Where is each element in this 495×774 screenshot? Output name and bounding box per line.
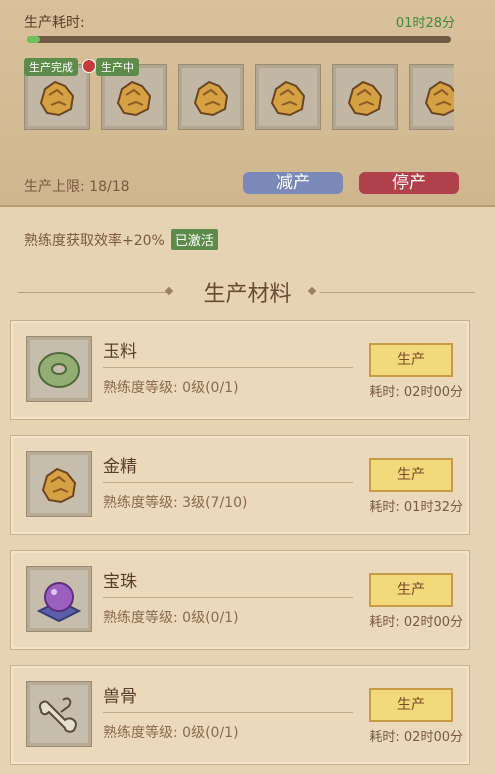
jade-disc-icon — [38, 352, 80, 388]
material-icon-box — [26, 336, 92, 402]
gold-ore-icon — [41, 467, 77, 504]
material-level: 熟练度等级: 0级(0/1) — [103, 725, 239, 741]
material-level: 熟练度等级: 0级(0/1) — [103, 610, 239, 626]
material-time: 耗时: 02时00分 — [369, 615, 463, 630]
gold-ore-icon — [424, 80, 454, 117]
material-name: 金精 — [103, 457, 137, 477]
section-divider-right — [320, 292, 475, 293]
production-slot[interactable] — [332, 64, 398, 130]
efficiency-row: 熟练度获取效率+20% 已激活 — [24, 229, 218, 250]
status-dot-icon — [82, 59, 96, 73]
production-slot[interactable] — [409, 64, 454, 130]
material-time: 耗时: 01时32分 — [369, 500, 463, 515]
purple-pearl-icon — [36, 582, 82, 623]
production-progress-fill — [27, 36, 40, 43]
material-time: 耗时: 02时00分 — [369, 385, 463, 400]
production-time-value: 01时28分 — [395, 16, 455, 31]
produce-button[interactable]: 生产 — [369, 688, 453, 722]
material-level: 熟练度等级: 3级(7/10) — [103, 495, 248, 511]
produce-button[interactable]: 生产 — [369, 458, 453, 492]
material-name: 玉料 — [103, 342, 137, 362]
gold-ore-icon — [270, 80, 306, 117]
material-name: 兽骨 — [103, 687, 137, 707]
material-divider — [103, 367, 353, 368]
production-time-label: 生产耗时: — [24, 15, 85, 31]
gold-ore-icon — [116, 80, 152, 117]
production-slot-row — [24, 64, 454, 130]
gold-ore-icon — [39, 80, 75, 117]
production-slot[interactable] — [255, 64, 321, 130]
material-card-pearl: 宝珠 熟练度等级: 0级(0/1) 生产 耗时: 02时00分 — [10, 550, 470, 650]
gold-ore-icon — [193, 80, 229, 117]
gold-ore-icon — [347, 80, 383, 117]
produce-button[interactable]: 生产 — [369, 573, 453, 607]
material-card-bone: 兽骨 熟练度等级: 0级(0/1) 生产 耗时: 02时00分 — [10, 665, 470, 765]
material-time: 耗时: 02时00分 — [369, 730, 463, 745]
production-limit: 生产上限: 18/18 — [24, 179, 130, 195]
production-panel: 生产耗时: 01时28分 生产完成 生产中 生产上限: 18/18 减产 停产 — [0, 0, 495, 207]
material-card-gold: 金精 熟练度等级: 3级(7/10) 生产 耗时: 01时32分 — [10, 435, 470, 535]
material-divider — [103, 597, 353, 598]
stop-production-button[interactable]: 停产 — [359, 172, 459, 194]
efficiency-text: 熟练度获取效率+20% — [24, 233, 165, 249]
production-slot[interactable] — [178, 64, 244, 130]
beast-bone-icon — [39, 697, 77, 733]
material-icon-box — [26, 451, 92, 517]
material-icon-box — [26, 566, 92, 632]
production-progress-bar — [27, 36, 451, 43]
reduce-production-button[interactable]: 减产 — [243, 172, 343, 194]
in-progress-tag: 生产中 — [96, 58, 139, 76]
material-divider — [103, 712, 353, 713]
material-icon-box — [26, 681, 92, 747]
material-level: 熟练度等级: 0级(0/1) — [103, 380, 239, 396]
material-name: 宝珠 — [103, 572, 137, 592]
done-tag: 生产完成 — [24, 58, 78, 76]
produce-button[interactable]: 生产 — [369, 343, 453, 377]
material-divider — [103, 482, 353, 483]
material-card-jade: 玉料 熟练度等级: 0级(0/1) 生产 耗时: 02时00分 — [10, 320, 470, 420]
activated-badge: 已激活 — [170, 229, 218, 250]
